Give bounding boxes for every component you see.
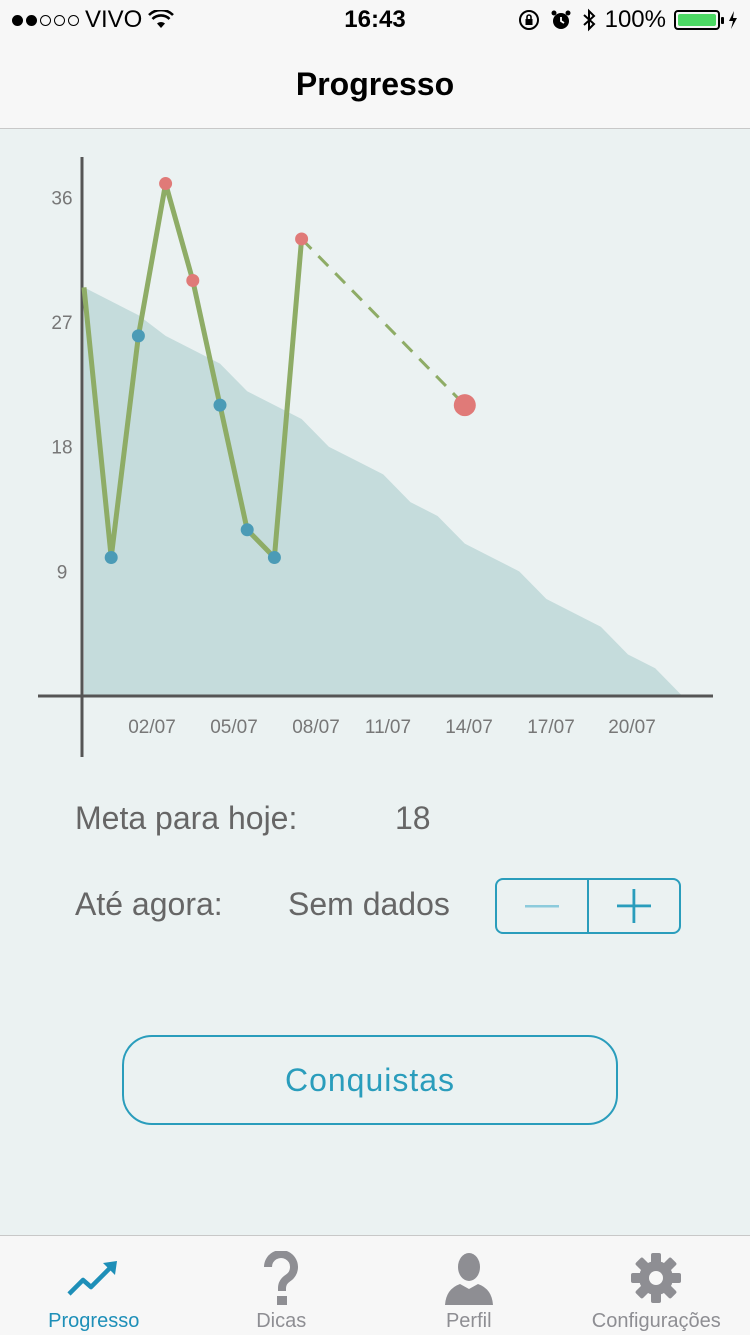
- y-tick-label: 18: [51, 438, 72, 459]
- tab-label: Configurações: [563, 1310, 750, 1333]
- tab-label: Perfil: [375, 1310, 563, 1333]
- minus-icon: [525, 903, 559, 909]
- x-tick-label: 20/07: [608, 717, 656, 738]
- question-icon: [253, 1250, 309, 1306]
- y-tick-label: 27: [51, 313, 72, 334]
- tab-dicas[interactable]: Dicas: [188, 1236, 376, 1335]
- data-point: [295, 232, 308, 245]
- x-tick-label: 08/07: [292, 717, 340, 738]
- progress-chart: 36 27 18 9 02/07 05/07 08/07 11/07 14/07 17/07 20/…: [0, 129, 750, 779]
- projection-line: [302, 239, 465, 405]
- tab-configuracoes[interactable]: Configurações: [563, 1236, 750, 1335]
- data-point: [214, 399, 227, 412]
- page-title: Progresso: [0, 66, 750, 103]
- bluetooth-icon: [581, 8, 597, 32]
- rotation-lock-icon: [517, 8, 541, 32]
- plus-icon: [617, 889, 651, 923]
- x-tick-label: 17/07: [527, 717, 575, 738]
- data-point: [159, 177, 172, 190]
- data-point: [132, 329, 145, 342]
- gear-icon: [628, 1250, 684, 1306]
- tab-bar: Progresso Dicas Perfil: [0, 1235, 750, 1335]
- data-point: [105, 551, 118, 564]
- tab-label: Dicas: [188, 1310, 376, 1333]
- tab-label: Progresso: [0, 1310, 188, 1333]
- tab-perfil[interactable]: Perfil: [375, 1236, 563, 1335]
- progress-label: Até agora:: [75, 886, 223, 923]
- data-point: [268, 551, 281, 564]
- x-tick-label: 11/07: [365, 717, 411, 738]
- y-tick-label: 36: [51, 188, 72, 209]
- goal-label: Meta para hoje:: [75, 800, 297, 837]
- battery-percent: 100%: [605, 6, 666, 34]
- data-point: [186, 274, 199, 287]
- decrement-button[interactable]: [497, 880, 587, 932]
- status-indicators: 100%: [517, 6, 738, 34]
- navigation-bar: Progresso: [0, 40, 750, 129]
- x-tick-label: 05/07: [210, 717, 258, 738]
- status-bar: VIVO 16:43 100%: [0, 0, 750, 40]
- person-icon: [441, 1250, 497, 1306]
- data-point: [241, 523, 254, 536]
- progress-value: Sem dados: [288, 886, 450, 923]
- tab-progresso[interactable]: Progresso: [0, 1236, 188, 1335]
- increment-button[interactable]: [587, 880, 679, 932]
- battery-icon: [674, 10, 720, 30]
- y-tick-label: 9: [57, 562, 68, 583]
- charging-icon: [728, 10, 738, 30]
- goal-area: [84, 287, 682, 696]
- goal-value: 18: [395, 800, 431, 837]
- x-tick-label: 14/07: [445, 717, 493, 738]
- trending-up-icon: [66, 1250, 122, 1306]
- x-tick-label: 02/07: [128, 717, 176, 738]
- alarm-icon: [549, 8, 573, 32]
- count-stepper[interactable]: [495, 878, 681, 934]
- achievements-button[interactable]: Conquistas: [122, 1035, 618, 1125]
- projection-point: [454, 394, 476, 416]
